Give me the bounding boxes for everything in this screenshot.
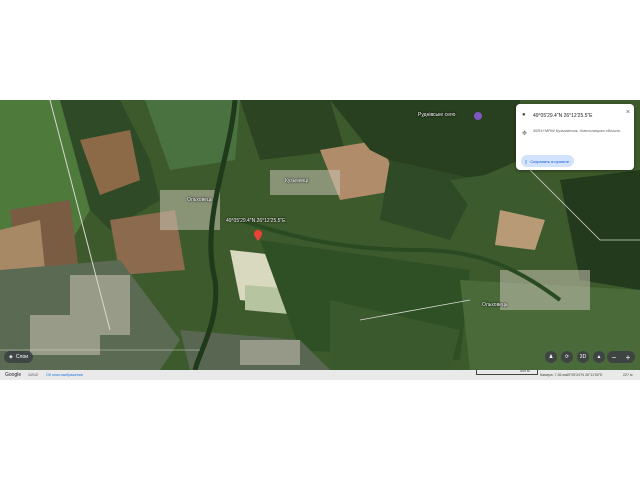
- scale-label: 500 м: [520, 369, 530, 373]
- place-info-card: ● 49°05'29.4"N 26°12'25.5"E × ✥ 36R4+MRW…: [516, 104, 634, 170]
- compass-icon[interactable]: ▲: [593, 351, 605, 363]
- imagery-date: 1/2/12: [28, 373, 38, 377]
- bookmark-icon: ▯: [525, 158, 528, 164]
- marker-coords-label: 49°05'29.4"N 26°12'25.5"E: [226, 218, 286, 224]
- cursor-coords: 49°05'24"N 26°11'50"E: [566, 373, 603, 377]
- zoom-controls: − +: [607, 351, 635, 363]
- zoom-out-button[interactable]: −: [612, 353, 617, 362]
- status-bar: Google 1/2/12 Об этом изображении 500 м …: [0, 369, 640, 380]
- camera-altitude: Камера: 7,36 км: [540, 373, 567, 377]
- layers-button[interactable]: ◈ Слои: [4, 351, 34, 363]
- google-logo: Google: [5, 372, 22, 378]
- about-imagery-link[interactable]: Об этом изображении: [46, 373, 83, 377]
- crosshair-icon: ✥: [522, 131, 528, 137]
- place-label-olkhovets-left[interactable]: Ольховець: [187, 197, 212, 203]
- close-button[interactable]: ×: [626, 109, 630, 116]
- pegman-icon[interactable]: ♟: [545, 351, 557, 363]
- save-to-project-button[interactable]: ▯ Сохранить в проекте: [521, 155, 575, 167]
- zoom-in-button[interactable]: +: [626, 353, 631, 362]
- card-address: 36R4+MRW Кузьминчик, Хмельницкая область: [533, 128, 621, 133]
- place-label-kuzmyntsi[interactable]: Кузьминці: [285, 178, 308, 184]
- location-pin-icon: ●: [522, 112, 526, 118]
- rotate-icon[interactable]: ⟳: [561, 351, 573, 363]
- elevation: 227 м: [623, 373, 633, 377]
- card-coords[interactable]: 49°05'29.4"N 26°12'25.5"E: [533, 113, 593, 119]
- save-button-label: Сохранить в проекте: [530, 158, 570, 164]
- 3d-toggle-button[interactable]: 3D: [577, 351, 589, 363]
- layers-label: Слои: [15, 354, 29, 360]
- place-label-olkhovets-right[interactable]: Ольховець: [482, 302, 507, 308]
- place-label-rudnevske[interactable]: Руднівське село: [418, 112, 455, 118]
- layers-icon: ◈: [9, 354, 13, 360]
